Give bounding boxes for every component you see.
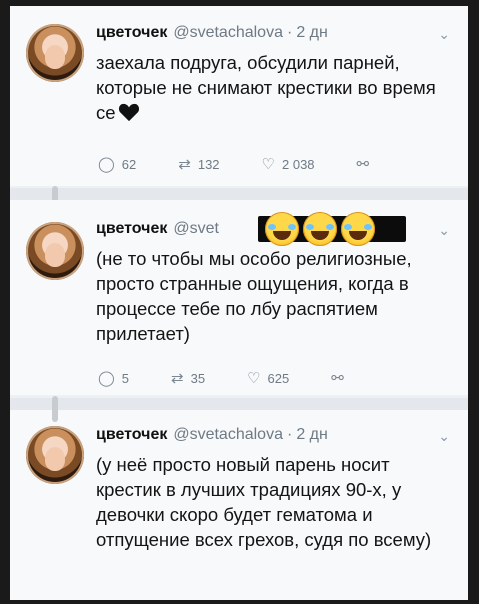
- laughing-emoji-icon: [265, 212, 299, 246]
- retweet-button[interactable]: ⇄ 35: [171, 369, 205, 387]
- like-button[interactable]: ♡ 2 038: [262, 155, 315, 173]
- reply-count: 62: [121, 156, 137, 172]
- like-count: 2 038: [282, 156, 315, 172]
- tweet-1[interactable]: цветочек @svetachalova · 2 дн ⌄ заехала под…: [10, 6, 468, 186]
- user-handle[interactable]: @svet: [173, 220, 219, 237]
- separator-dot: ·: [286, 24, 293, 41]
- retweet-icon: ⇄: [171, 370, 184, 387]
- tweet-header: цветочек @svet: [96, 220, 219, 238]
- reply-button[interactable]: ◯ 62: [98, 155, 136, 173]
- share-button[interactable]: ⚯: [357, 155, 377, 173]
- like-button[interactable]: ♡ 625: [247, 369, 289, 387]
- separator-dot: ·: [286, 426, 293, 443]
- display-name[interactable]: цветочек: [96, 426, 167, 443]
- retweet-icon: ⇄: [178, 156, 191, 173]
- user-handle[interactable]: @svetachalova: [173, 426, 283, 443]
- heart-icon: ♡: [247, 370, 261, 387]
- reply-icon: ◯: [98, 156, 115, 173]
- retweet-count: 132: [197, 156, 220, 172]
- tweet-actions: ◯ 62 ⇄ 132 ♡ 2 038 ⚯: [98, 154, 428, 174]
- tweet-text: (не то чтобы мы особо религиозные, прост…: [96, 248, 412, 344]
- tweet-actions: ◯ 5 ⇄ 35 ♡ 625 ⚯: [98, 368, 428, 388]
- avatar[interactable]: [26, 222, 84, 280]
- display-name[interactable]: цветочек: [96, 220, 167, 237]
- tweet-thread: цветочек @svetachalova · 2 дн ⌄ заехала под…: [10, 6, 468, 600]
- avatar[interactable]: [26, 24, 84, 82]
- like-count: 625: [267, 370, 290, 386]
- retweet-button[interactable]: ⇄ 132: [178, 155, 219, 173]
- heart-icon: ♡: [261, 156, 275, 173]
- reply-button[interactable]: ◯ 5: [98, 369, 129, 387]
- avatar[interactable]: [26, 426, 84, 484]
- black-heart-icon: [118, 103, 139, 122]
- user-handle[interactable]: @svetachalova: [173, 24, 283, 41]
- tweet-text: заехала подруга, обсудили парней, которы…: [96, 50, 446, 125]
- laughing-emoji-icon: [303, 212, 337, 246]
- divider: [10, 188, 468, 200]
- tweet-text-content: заехала подруга, обсудили парней, которы…: [96, 52, 436, 123]
- timestamp[interactable]: 2 дн: [296, 24, 328, 41]
- share-icon: ⚯: [331, 370, 344, 387]
- reply-icon: ◯: [98, 370, 115, 387]
- display-name[interactable]: цветочек: [96, 24, 167, 41]
- tweet-header: цветочек @svetachalova · 2 дн: [96, 24, 328, 42]
- reply-count: 5: [121, 370, 130, 386]
- divider: [10, 398, 468, 410]
- chevron-down-icon[interactable]: ⌄: [438, 222, 450, 239]
- laughing-emoji-icon: [341, 212, 375, 246]
- thread-connector: [52, 396, 58, 422]
- tweet-3[interactable]: цветочек @svetachalova · 2 дн ⌄ (у неё прос…: [10, 396, 468, 600]
- share-icon: ⚯: [356, 156, 370, 173]
- tweet-text: (у неё просто новый парень носит крестик…: [96, 454, 432, 550]
- tweet-2[interactable]: цветочек @svet ⌄ (не то чтобы мы особо ре…: [10, 200, 468, 395]
- retweet-count: 35: [190, 370, 206, 386]
- share-button[interactable]: ⚯: [331, 369, 351, 387]
- timestamp[interactable]: 2 дн: [296, 426, 328, 443]
- emoji-group: [265, 212, 379, 246]
- tweet-header: цветочек @svetachalova · 2 дн: [96, 426, 328, 444]
- chevron-down-icon[interactable]: ⌄: [438, 428, 450, 445]
- chevron-down-icon[interactable]: ⌄: [438, 26, 450, 43]
